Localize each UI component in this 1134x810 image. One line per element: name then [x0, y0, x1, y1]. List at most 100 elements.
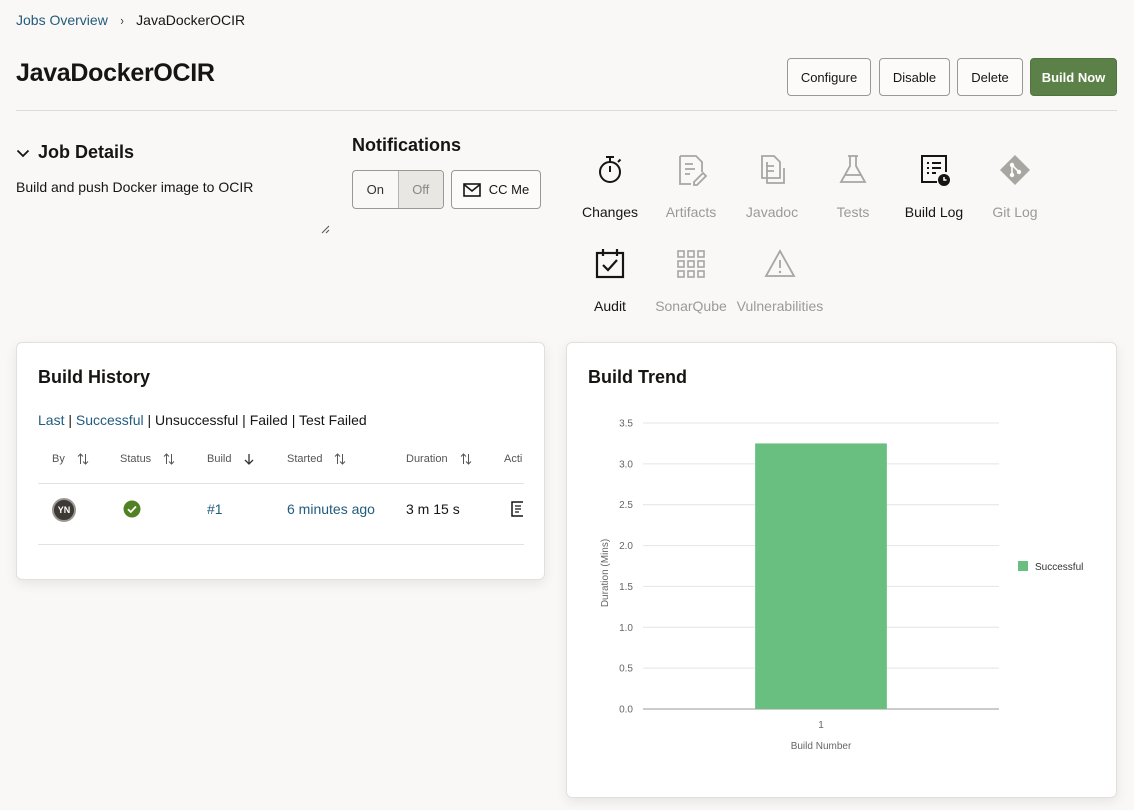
filter-successful[interactable]: Successful — [76, 412, 144, 428]
resize-handle-icon[interactable] — [320, 224, 330, 234]
tool-label: Javadoc — [745, 204, 799, 220]
artifacts-icon — [679, 155, 708, 186]
tool-audit[interactable]: Audit — [565, 246, 655, 314]
y-tick-label: 0.5 — [619, 664, 633, 675]
job-description[interactable]: Build and push Docker image to OCIR — [16, 179, 253, 195]
job-details-heading: Job Details — [38, 142, 135, 162]
tool-vulnerabilities: Vulnerabilities — [735, 246, 825, 314]
y-tick-label: 2.5 — [619, 500, 633, 511]
warning-icon — [764, 249, 796, 277]
success-check-icon — [123, 500, 141, 518]
sort-icon — [77, 453, 89, 465]
column-header-build[interactable]: Build — [207, 453, 255, 465]
filter-unsuccessful[interactable]: Unsuccessful — [155, 412, 238, 428]
notifications-heading: Notifications — [352, 135, 462, 155]
filter-separator: | — [68, 412, 72, 428]
tool-changes[interactable]: Changes — [565, 152, 655, 220]
breadcrumb: Jobs Overview › JavaDockerOCIR — [16, 12, 245, 28]
cc-me-button[interactable]: CC Me — [451, 170, 541, 209]
audit-calendar-icon — [595, 249, 625, 279]
column-duration-label: Duration — [406, 453, 448, 465]
y-tick-label: 2.0 — [619, 541, 633, 552]
bar — [755, 443, 887, 709]
disable-button[interactable]: Disable — [879, 58, 950, 96]
x-tick-label: 1 — [818, 720, 824, 731]
build-duration: 3 m 15 s — [406, 501, 460, 517]
filter-separator: | — [291, 412, 296, 428]
column-build-label: Build — [207, 453, 232, 465]
build-trend-chart: 0.0 0.5 1.0 1.5 2.0 2.5 3.0 3.5 1 Build Number Dur… — [600, 419, 1083, 753]
sort-icon — [460, 453, 471, 465]
sort-icon — [163, 453, 175, 465]
chevron-down-icon — [16, 149, 30, 157]
mail-icon — [462, 182, 481, 197]
column-header-actions: Acti — [504, 453, 524, 465]
tool-label: SonarQube — [655, 298, 727, 314]
breadcrumb-current: JavaDockerOCIR — [136, 12, 246, 28]
column-header-duration[interactable]: Duration — [406, 453, 472, 465]
build-log-icon[interactable] — [511, 501, 524, 517]
tool-label: Tests — [836, 204, 870, 220]
build-number-link[interactable]: #1 — [207, 501, 223, 517]
legend-label: Successful — [1035, 562, 1083, 573]
notifications-toggle: On Off — [352, 170, 444, 209]
build-history-filters: Last | Successful | Unsuccessful | Faile… — [38, 412, 367, 428]
build-trend-card: Build Trend 0.0 0.5 1.0 1.5 2.0 2.5 3.0 3.5 1 Bui… — [566, 342, 1117, 798]
column-by-label: By — [52, 453, 65, 465]
column-started-label: Started — [287, 453, 323, 465]
breadcrumb-jobs-overview[interactable]: Jobs Overview — [16, 12, 108, 28]
javadoc-icon — [761, 155, 785, 184]
sort-icon — [335, 453, 346, 465]
tool-sonarqube: SonarQube — [646, 246, 736, 314]
tool-label: Vulnerabilities — [736, 298, 824, 314]
y-tick-label: 1.0 — [619, 623, 633, 634]
configure-button[interactable]: Configure — [787, 58, 871, 96]
filter-failed[interactable]: Failed — [250, 412, 288, 428]
tool-label: Changes — [581, 204, 639, 220]
column-header-started[interactable]: Started — [287, 453, 346, 465]
tool-label: Artifacts — [665, 204, 717, 220]
cc-me-label: CC Me — [488, 182, 530, 197]
build-history-title: Build History — [38, 367, 151, 387]
y-tick-label: 0.0 — [619, 705, 633, 716]
notifications-off-button[interactable]: Off — [397, 171, 443, 208]
avatar: YN — [52, 498, 76, 522]
tool-tests: Tests — [808, 152, 898, 220]
stopwatch-icon — [599, 156, 622, 183]
tool-label: Git Log — [992, 204, 1038, 220]
column-status-label: Status — [120, 453, 152, 465]
tool-label: Audit — [594, 298, 626, 314]
flask-icon — [839, 155, 867, 183]
y-tick-label: 3.5 — [619, 419, 633, 430]
filter-test-failed[interactable]: Test Failed — [299, 412, 367, 428]
delete-button[interactable]: Delete — [957, 58, 1023, 96]
table-header-divider — [38, 483, 524, 484]
tool-build-log[interactable]: Build Log — [889, 152, 979, 220]
filter-separator: | — [147, 412, 152, 428]
legend-swatch — [1018, 561, 1028, 571]
chevron-right-icon: › — [120, 12, 124, 28]
y-tick-label: 3.0 — [619, 459, 633, 470]
column-actions-label: Acti — [504, 453, 523, 465]
tool-artifacts: Artifacts — [646, 152, 736, 220]
header-divider — [16, 110, 1117, 111]
table-row-divider — [38, 544, 524, 545]
y-axis-title: Duration (Mins) — [600, 539, 611, 607]
x-axis-title: Build Number — [791, 741, 852, 752]
job-details-toggle[interactable]: Job Details — [16, 142, 134, 163]
tool-git-log: Git Log — [970, 152, 1060, 220]
y-tick-label: 1.5 — [619, 582, 633, 593]
filter-separator: | — [242, 412, 246, 428]
column-header-by[interactable]: By — [52, 453, 89, 465]
grid-icon — [677, 250, 705, 278]
build-log-icon — [921, 155, 950, 186]
column-header-status[interactable]: Status — [120, 453, 175, 465]
git-icon — [1000, 155, 1030, 185]
page-title: JavaDockerOCIR — [16, 59, 215, 87]
tool-javadoc: Javadoc — [727, 152, 817, 220]
build-started-link[interactable]: 6 minutes ago — [287, 501, 375, 517]
filter-last[interactable]: Last — [38, 412, 64, 428]
build-now-button[interactable]: Build Now — [1030, 58, 1117, 96]
notifications-on-button[interactable]: On — [353, 171, 398, 208]
build-history-card: Build History Last | Successful | Unsucc… — [16, 342, 545, 580]
